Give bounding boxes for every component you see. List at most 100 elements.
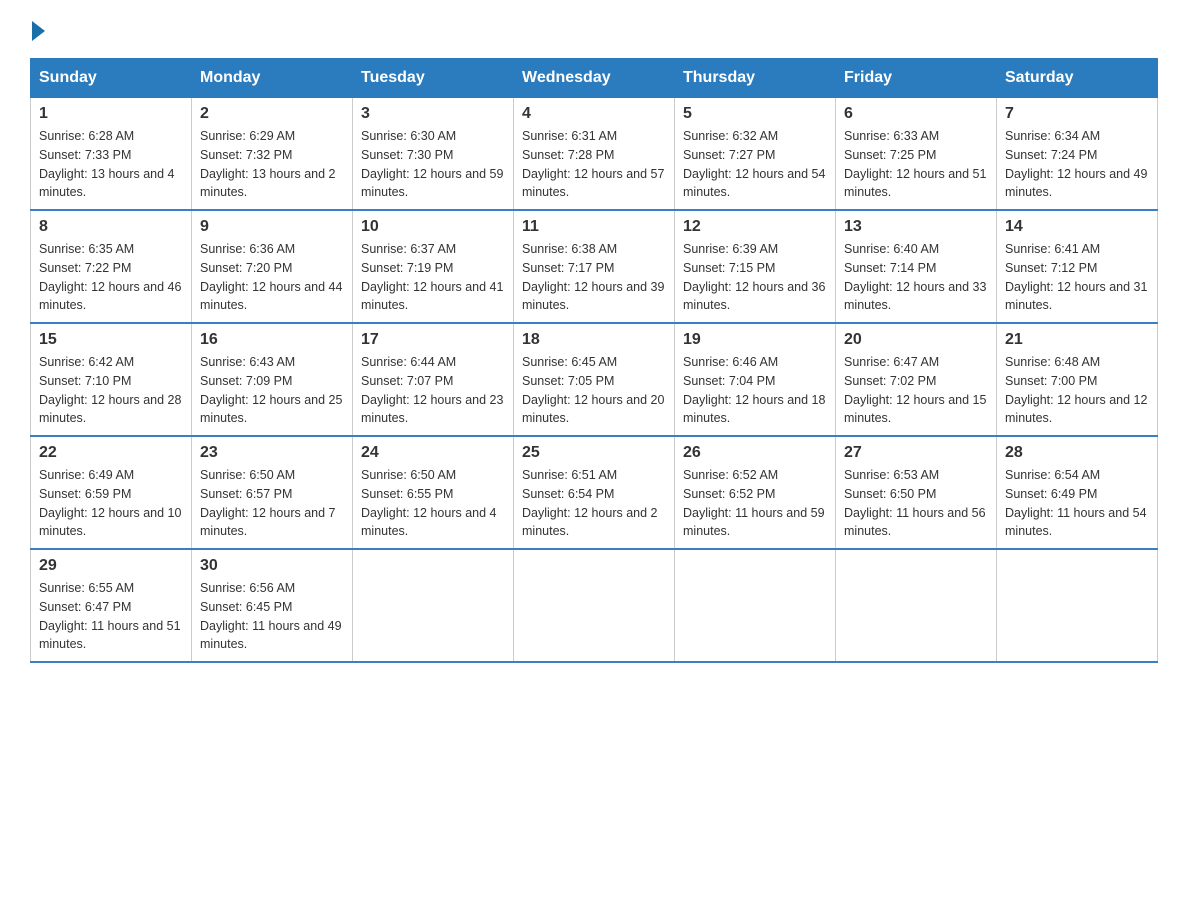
- day-number: 23: [200, 444, 344, 462]
- calendar-cell: 17 Sunrise: 6:44 AMSunset: 7:07 PMDaylig…: [353, 323, 514, 436]
- calendar-cell: 23 Sunrise: 6:50 AMSunset: 6:57 PMDaylig…: [192, 436, 353, 549]
- calendar-cell: 6 Sunrise: 6:33 AMSunset: 7:25 PMDayligh…: [836, 98, 997, 211]
- day-info: Sunrise: 6:50 AMSunset: 6:57 PMDaylight:…: [200, 468, 336, 538]
- calendar-cell: [836, 549, 997, 662]
- day-info: Sunrise: 6:47 AMSunset: 7:02 PMDaylight:…: [844, 355, 986, 425]
- calendar-cell: 11 Sunrise: 6:38 AMSunset: 7:17 PMDaylig…: [514, 210, 675, 323]
- day-number: 22: [39, 444, 183, 462]
- day-number: 19: [683, 331, 827, 349]
- calendar-cell: 16 Sunrise: 6:43 AMSunset: 7:09 PMDaylig…: [192, 323, 353, 436]
- header-sunday: Sunday: [31, 59, 192, 98]
- header-thursday: Thursday: [675, 59, 836, 98]
- day-info: Sunrise: 6:34 AMSunset: 7:24 PMDaylight:…: [1005, 129, 1147, 199]
- header-wednesday: Wednesday: [514, 59, 675, 98]
- day-info: Sunrise: 6:35 AMSunset: 7:22 PMDaylight:…: [39, 242, 181, 312]
- day-info: Sunrise: 6:30 AMSunset: 7:30 PMDaylight:…: [361, 129, 503, 199]
- header-row: SundayMondayTuesdayWednesdayThursdayFrid…: [31, 59, 1158, 98]
- header-tuesday: Tuesday: [353, 59, 514, 98]
- week-row-1: 1 Sunrise: 6:28 AMSunset: 7:33 PMDayligh…: [31, 98, 1158, 211]
- calendar-cell: 29 Sunrise: 6:55 AMSunset: 6:47 PMDaylig…: [31, 549, 192, 662]
- day-number: 10: [361, 218, 505, 236]
- day-info: Sunrise: 6:51 AMSunset: 6:54 PMDaylight:…: [522, 468, 658, 538]
- calendar-cell: [353, 549, 514, 662]
- calendar-cell: 19 Sunrise: 6:46 AMSunset: 7:04 PMDaylig…: [675, 323, 836, 436]
- day-number: 21: [1005, 331, 1149, 349]
- day-info: Sunrise: 6:45 AMSunset: 7:05 PMDaylight:…: [522, 355, 664, 425]
- day-info: Sunrise: 6:36 AMSunset: 7:20 PMDaylight:…: [200, 242, 342, 312]
- day-number: 15: [39, 331, 183, 349]
- page-header: [30, 20, 1158, 40]
- day-number: 1: [39, 105, 183, 123]
- day-number: 25: [522, 444, 666, 462]
- header-saturday: Saturday: [997, 59, 1158, 98]
- day-number: 13: [844, 218, 988, 236]
- day-info: Sunrise: 6:39 AMSunset: 7:15 PMDaylight:…: [683, 242, 825, 312]
- day-info: Sunrise: 6:52 AMSunset: 6:52 PMDaylight:…: [683, 468, 825, 538]
- day-info: Sunrise: 6:28 AMSunset: 7:33 PMDaylight:…: [39, 129, 175, 199]
- calendar-cell: 22 Sunrise: 6:49 AMSunset: 6:59 PMDaylig…: [31, 436, 192, 549]
- calendar-cell: 14 Sunrise: 6:41 AMSunset: 7:12 PMDaylig…: [997, 210, 1158, 323]
- day-info: Sunrise: 6:50 AMSunset: 6:55 PMDaylight:…: [361, 468, 497, 538]
- day-number: 30: [200, 557, 344, 575]
- day-number: 12: [683, 218, 827, 236]
- calendar-cell: 30 Sunrise: 6:56 AMSunset: 6:45 PMDaylig…: [192, 549, 353, 662]
- calendar-cell: 4 Sunrise: 6:31 AMSunset: 7:28 PMDayligh…: [514, 98, 675, 211]
- logo: [30, 20, 45, 40]
- logo-blue: [30, 20, 45, 40]
- day-number: 28: [1005, 444, 1149, 462]
- calendar-cell: 2 Sunrise: 6:29 AMSunset: 7:32 PMDayligh…: [192, 98, 353, 211]
- day-info: Sunrise: 6:40 AMSunset: 7:14 PMDaylight:…: [844, 242, 986, 312]
- day-info: Sunrise: 6:32 AMSunset: 7:27 PMDaylight:…: [683, 129, 825, 199]
- day-info: Sunrise: 6:37 AMSunset: 7:19 PMDaylight:…: [361, 242, 503, 312]
- calendar-table: SundayMondayTuesdayWednesdayThursdayFrid…: [30, 58, 1158, 663]
- calendar-body: 1 Sunrise: 6:28 AMSunset: 7:33 PMDayligh…: [31, 98, 1158, 663]
- calendar-cell: [997, 549, 1158, 662]
- day-info: Sunrise: 6:31 AMSunset: 7:28 PMDaylight:…: [522, 129, 664, 199]
- day-number: 16: [200, 331, 344, 349]
- day-info: Sunrise: 6:48 AMSunset: 7:00 PMDaylight:…: [1005, 355, 1147, 425]
- day-number: 5: [683, 105, 827, 123]
- day-number: 6: [844, 105, 988, 123]
- day-info: Sunrise: 6:41 AMSunset: 7:12 PMDaylight:…: [1005, 242, 1147, 312]
- header-friday: Friday: [836, 59, 997, 98]
- day-info: Sunrise: 6:46 AMSunset: 7:04 PMDaylight:…: [683, 355, 825, 425]
- header-monday: Monday: [192, 59, 353, 98]
- day-number: 17: [361, 331, 505, 349]
- day-info: Sunrise: 6:38 AMSunset: 7:17 PMDaylight:…: [522, 242, 664, 312]
- calendar-cell: 27 Sunrise: 6:53 AMSunset: 6:50 PMDaylig…: [836, 436, 997, 549]
- calendar-cell: [514, 549, 675, 662]
- calendar-cell: 10 Sunrise: 6:37 AMSunset: 7:19 PMDaylig…: [353, 210, 514, 323]
- day-number: 7: [1005, 105, 1149, 123]
- day-number: 14: [1005, 218, 1149, 236]
- day-number: 27: [844, 444, 988, 462]
- day-number: 29: [39, 557, 183, 575]
- day-number: 2: [200, 105, 344, 123]
- calendar-cell: 28 Sunrise: 6:54 AMSunset: 6:49 PMDaylig…: [997, 436, 1158, 549]
- day-number: 3: [361, 105, 505, 123]
- day-number: 8: [39, 218, 183, 236]
- week-row-3: 15 Sunrise: 6:42 AMSunset: 7:10 PMDaylig…: [31, 323, 1158, 436]
- calendar-header: SundayMondayTuesdayWednesdayThursdayFrid…: [31, 59, 1158, 98]
- week-row-2: 8 Sunrise: 6:35 AMSunset: 7:22 PMDayligh…: [31, 210, 1158, 323]
- day-number: 18: [522, 331, 666, 349]
- day-info: Sunrise: 6:29 AMSunset: 7:32 PMDaylight:…: [200, 129, 336, 199]
- calendar-cell: 13 Sunrise: 6:40 AMSunset: 7:14 PMDaylig…: [836, 210, 997, 323]
- day-info: Sunrise: 6:56 AMSunset: 6:45 PMDaylight:…: [200, 581, 342, 651]
- day-info: Sunrise: 6:54 AMSunset: 6:49 PMDaylight:…: [1005, 468, 1147, 538]
- day-info: Sunrise: 6:44 AMSunset: 7:07 PMDaylight:…: [361, 355, 503, 425]
- calendar-cell: 21 Sunrise: 6:48 AMSunset: 7:00 PMDaylig…: [997, 323, 1158, 436]
- calendar-cell: 15 Sunrise: 6:42 AMSunset: 7:10 PMDaylig…: [31, 323, 192, 436]
- day-number: 4: [522, 105, 666, 123]
- day-info: Sunrise: 6:55 AMSunset: 6:47 PMDaylight:…: [39, 581, 181, 651]
- calendar-cell: 7 Sunrise: 6:34 AMSunset: 7:24 PMDayligh…: [997, 98, 1158, 211]
- calendar-cell: 26 Sunrise: 6:52 AMSunset: 6:52 PMDaylig…: [675, 436, 836, 549]
- day-info: Sunrise: 6:43 AMSunset: 7:09 PMDaylight:…: [200, 355, 342, 425]
- day-number: 20: [844, 331, 988, 349]
- day-number: 9: [200, 218, 344, 236]
- day-number: 24: [361, 444, 505, 462]
- day-info: Sunrise: 6:49 AMSunset: 6:59 PMDaylight:…: [39, 468, 181, 538]
- calendar-cell: 5 Sunrise: 6:32 AMSunset: 7:27 PMDayligh…: [675, 98, 836, 211]
- calendar-cell: 25 Sunrise: 6:51 AMSunset: 6:54 PMDaylig…: [514, 436, 675, 549]
- week-row-4: 22 Sunrise: 6:49 AMSunset: 6:59 PMDaylig…: [31, 436, 1158, 549]
- calendar-cell: 3 Sunrise: 6:30 AMSunset: 7:30 PMDayligh…: [353, 98, 514, 211]
